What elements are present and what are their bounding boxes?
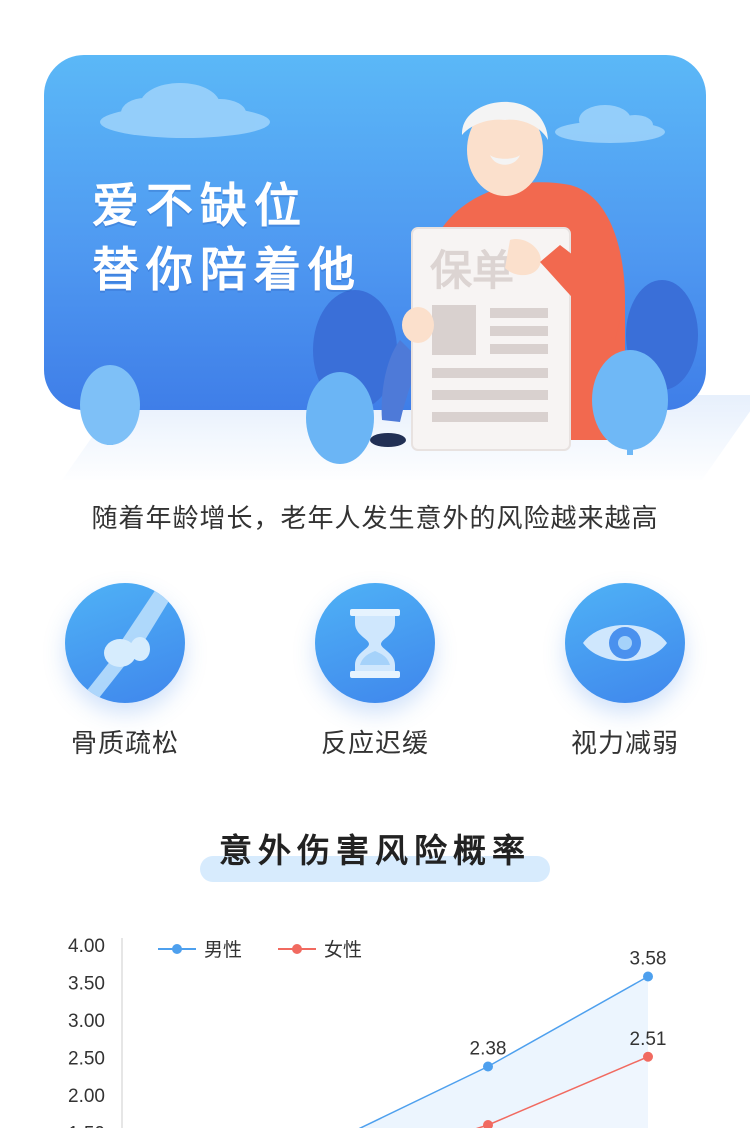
- data-point: [643, 1051, 653, 1062]
- y-tick-label: 1.50: [68, 1124, 105, 1128]
- line-chart: 4.00 3.50 3.00 2.50 2.00 1.50 2.38 3.58 2.51: [68, 936, 667, 1128]
- risk-chart: 4.003.503.002.502.001.502.383.582.51 男性 …: [0, 920, 750, 1128]
- risk-label: 骨质疏松: [70, 729, 179, 759]
- legend-label: 女性: [324, 939, 363, 961]
- section-title: 意外伤害风险概率: [219, 831, 531, 870]
- risk-label: 反应迟缓: [320, 729, 429, 759]
- hero-banner: 保单 爱不缺位 替你陪着他: [0, 0, 750, 480]
- slogan-line-2: 替你陪着他: [92, 243, 362, 298]
- legend-label: 男性: [204, 939, 243, 961]
- cloud-icon: [555, 105, 665, 143]
- tree-icon: [306, 372, 374, 464]
- legend-marker-female: [278, 943, 316, 955]
- cloud-icon: [100, 83, 270, 138]
- risk-item-vision: 视力减弱: [525, 583, 725, 760]
- intro-text: 随着年龄增长，老年人发生意外的风险越来越高: [91, 504, 659, 534]
- legend-item-female: 女性: [278, 935, 362, 962]
- risk-label: 视力减弱: [570, 729, 679, 759]
- data-point: [483, 1061, 493, 1072]
- risk-item-osteoporosis: 骨质疏松: [25, 583, 225, 760]
- legend-item-male: 男性: [158, 935, 242, 962]
- tree-icon: [80, 365, 140, 445]
- y-tick-label: 3.50: [68, 974, 105, 995]
- banner-slogan: 爱不缺位 替你陪着他: [92, 175, 362, 303]
- y-tick-label: 2.00: [68, 1086, 105, 1107]
- y-tick-label: 2.50: [68, 1049, 105, 1070]
- hourglass-icon: [315, 583, 435, 703]
- legend-marker-male: [158, 943, 196, 955]
- paper-title: 保单: [430, 246, 514, 295]
- data-label: 2.51: [630, 1029, 667, 1050]
- y-tick-label: 4.00: [68, 936, 105, 957]
- eye-icon: [565, 583, 685, 703]
- risk-item-slow-reaction: 反应迟缓: [275, 583, 475, 760]
- y-tick-label: 3.00: [68, 1011, 105, 1032]
- slogan-line-1: 爱不缺位: [92, 179, 308, 234]
- data-label: 3.58: [630, 949, 667, 970]
- data-point: [643, 971, 653, 982]
- bone-icon: [65, 583, 185, 703]
- data-label: 2.38: [470, 1039, 507, 1060]
- section-title-block: 意外伤害风险概率: [0, 826, 750, 886]
